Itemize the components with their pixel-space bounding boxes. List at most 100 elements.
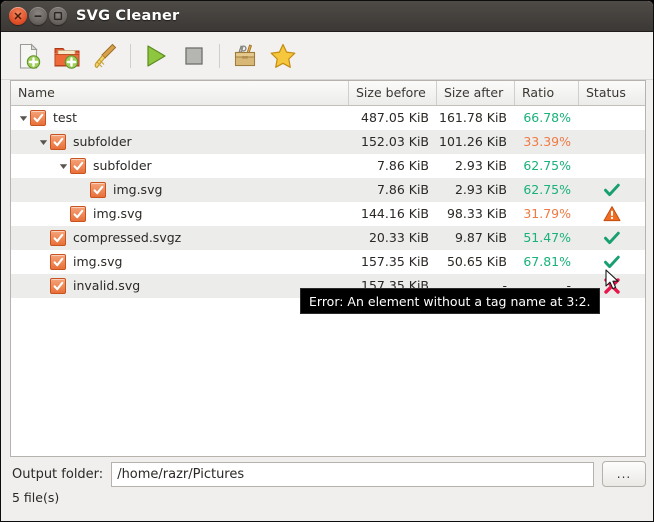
status-error-icon xyxy=(604,278,620,294)
expander-arrow-icon xyxy=(19,115,28,121)
cell-name: subfolder xyxy=(11,130,349,154)
table-row[interactable]: test 487.05 KiB 161.78 KiB 66.78% xyxy=(11,106,645,130)
row-checkbox[interactable] xyxy=(70,206,86,222)
cell-size-before: 157.35 KiB xyxy=(361,254,429,269)
cell-ratio: 66.78% xyxy=(523,110,571,125)
tree-rows: test 487.05 KiB 161.78 KiB 66.78% subfolder 1… xyxy=(11,106,645,298)
status-bar-file-count: 5 file(s) xyxy=(12,490,60,505)
table-row[interactable]: subfolder 7.86 KiB 2.93 KiB 62.75% xyxy=(11,154,645,178)
expander-toggle[interactable] xyxy=(17,106,30,130)
file-name-label: img.svg xyxy=(93,206,143,221)
column-header-size-before[interactable]: Size before xyxy=(349,81,437,105)
window-controls xyxy=(9,7,67,25)
add-folder-button[interactable] xyxy=(48,37,86,75)
expander-toggle[interactable] xyxy=(37,130,50,154)
presets-button[interactable] xyxy=(264,37,302,75)
application-window: SVG Cleaner Name Size before Size after … xyxy=(0,0,654,522)
cell-status xyxy=(579,250,645,274)
cell-name: img.svg xyxy=(11,178,349,202)
cell-name: invalid.svg xyxy=(11,274,349,298)
cell-ratio: 33.39% xyxy=(523,134,571,149)
output-folder-label: Output folder: xyxy=(12,466,104,482)
minimize-button[interactable] xyxy=(29,7,47,25)
column-header-status[interactable]: Status xyxy=(579,81,645,105)
status-ok-icon xyxy=(604,231,620,245)
minimize-icon xyxy=(34,15,42,17)
checkmark-icon xyxy=(33,113,43,122)
checkmark-icon xyxy=(93,185,103,194)
maximize-button[interactable] xyxy=(49,7,67,25)
expander-toggle[interactable] xyxy=(57,154,70,178)
table-row[interactable]: img.svg 7.86 KiB 2.93 KiB 62.75% xyxy=(11,178,645,202)
folder-add-icon xyxy=(54,47,80,69)
preferences-button[interactable] xyxy=(226,37,264,75)
cell-name: img.svg xyxy=(11,202,349,226)
checkmark-icon xyxy=(73,209,83,218)
column-header-name[interactable]: Name xyxy=(11,81,349,105)
table-row[interactable]: img.svg 157.35 KiB 50.65 KiB 67.81% xyxy=(11,250,645,274)
cell-size-before: 7.86 KiB xyxy=(376,158,429,173)
file-name-label: compressed.svgz xyxy=(73,230,182,245)
cell-size-after: 2.93 KiB xyxy=(454,158,507,173)
table-row[interactable]: img.svg 144.16 KiB 98.33 KiB 31.79% xyxy=(11,202,645,226)
cell-name: compressed.svgz xyxy=(11,226,349,250)
file-name-label: img.svg xyxy=(113,182,163,197)
checkmark-icon xyxy=(53,281,63,290)
row-checkbox[interactable] xyxy=(30,110,46,126)
star-icon xyxy=(270,43,296,68)
window-title: SVG Cleaner xyxy=(76,8,180,24)
cell-status xyxy=(579,130,645,154)
cell-size-after: 98.33 KiB xyxy=(446,206,507,221)
cell-size-before: 20.33 KiB xyxy=(368,230,429,245)
row-checkbox[interactable] xyxy=(50,278,66,294)
stop-button[interactable] xyxy=(175,37,213,75)
start-button[interactable] xyxy=(137,37,175,75)
add-files-button[interactable] xyxy=(10,37,48,75)
cell-size-before: 7.86 KiB xyxy=(376,182,429,197)
row-checkbox[interactable] xyxy=(50,254,66,270)
title-bar: SVG Cleaner xyxy=(1,1,653,32)
row-checkbox[interactable] xyxy=(90,182,106,198)
cell-size-after: 9.87 KiB xyxy=(454,230,507,245)
cell-name: subfolder xyxy=(11,154,349,178)
checkmark-icon xyxy=(53,257,63,266)
clear-list-button[interactable] xyxy=(86,37,124,75)
row-checkbox[interactable] xyxy=(50,230,66,246)
cell-ratio: 51.47% xyxy=(523,230,571,245)
row-checkbox[interactable] xyxy=(50,134,66,150)
status-ok-icon xyxy=(604,255,620,269)
file-name-label: subfolder xyxy=(93,158,152,173)
error-tooltip: Error: An element without a tag name at … xyxy=(300,288,600,314)
column-header-size-after[interactable]: Size after xyxy=(437,81,515,105)
status-warning-icon xyxy=(603,206,621,222)
tree-header: Name Size before Size after Ratio Status xyxy=(11,81,645,106)
stop-icon xyxy=(185,46,203,65)
file-name-label: invalid.svg xyxy=(73,278,141,293)
file-name-label: subfolder xyxy=(73,134,132,149)
close-button[interactable] xyxy=(9,7,27,25)
toolbox-icon xyxy=(234,43,256,66)
checkmark-icon xyxy=(73,161,83,170)
cell-status xyxy=(579,106,645,130)
expander-arrow-icon xyxy=(59,163,68,169)
cell-ratio: 31.79% xyxy=(523,206,571,221)
row-checkbox[interactable] xyxy=(70,158,86,174)
checkmark-icon xyxy=(53,233,63,242)
browse-button[interactable]: ... xyxy=(602,461,646,487)
file-tree-view[interactable]: Name Size before Size after Ratio Status… xyxy=(10,80,646,457)
table-row[interactable]: compressed.svgz 20.33 KiB 9.87 KiB 51.47% xyxy=(11,226,645,250)
cell-size-after: 50.65 KiB xyxy=(446,254,507,269)
cell-ratio: 62.75% xyxy=(523,182,571,197)
maximize-icon xyxy=(53,11,63,21)
output-folder-input[interactable]: /home/razr/Pictures xyxy=(111,461,594,487)
cell-size-after: 2.93 KiB xyxy=(454,182,507,197)
cell-size-before: 144.16 KiB xyxy=(361,206,429,221)
toolbar-separator-1 xyxy=(130,43,131,68)
table-row[interactable]: subfolder 152.03 KiB 101.26 KiB 33.39% xyxy=(11,130,645,154)
column-header-ratio[interactable]: Ratio xyxy=(515,81,579,105)
